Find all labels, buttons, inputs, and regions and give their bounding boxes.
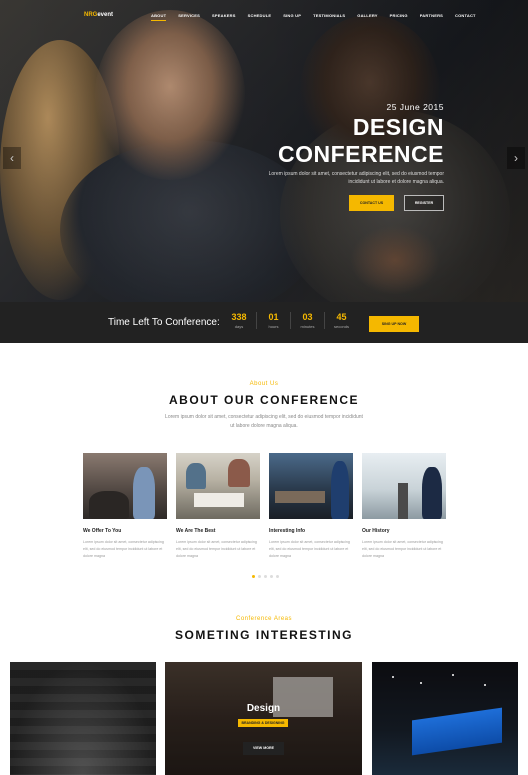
card-title: We Are The Best: [176, 528, 216, 534]
countdown-bar: Time Left To Conference: 338 days 01 hou…: [0, 302, 528, 343]
slider-prev-arrow-icon[interactable]: ‹: [3, 147, 21, 169]
nav-item-sing-up[interactable]: SING UP: [283, 13, 301, 18]
logo-accent: NRG: [84, 12, 98, 18]
person-figure: [186, 463, 206, 489]
person-figure: [228, 459, 250, 487]
nav-item-about[interactable]: ABOUT: [151, 13, 167, 21]
card-text: Lorem ipsum dolor sit amet, consectetur …: [269, 540, 350, 558]
table-shape: [275, 491, 325, 503]
top-navigation: NRGevent ABOUT SERVICES SPEAKERS SCHEDUL…: [0, 0, 528, 34]
stage-light: [420, 682, 422, 684]
about-title: ABOUT OUR CONFERENCE: [168, 393, 359, 407]
nav-item-contact[interactable]: CONTACT: [455, 13, 476, 18]
card-text: Lorem ipsum dolor sit amet, consectetur …: [362, 540, 443, 558]
about-description: Lorem ipsum dolor sit amet, consectetur …: [165, 414, 363, 429]
stage-screen: [412, 707, 502, 756]
hero-buttons: CONTACT US REGISTER: [349, 195, 444, 211]
carousel-dot[interactable]: [270, 575, 273, 578]
countdown-hours: 01 hours: [256, 312, 290, 329]
card-title: Our History: [362, 528, 390, 534]
podium-shape: [398, 483, 408, 519]
nav-item-partners[interactable]: PARTNERS: [420, 13, 443, 18]
carousel-dot[interactable]: [276, 575, 279, 578]
table-shape: [194, 493, 244, 507]
about-card[interactable]: We Offer To You Lorem ipsum dolor sit am…: [83, 453, 167, 560]
slider-next-arrow-icon[interactable]: ›: [507, 147, 525, 169]
hero-text: 25 June 2015 DESIGN CONFERENCE Lorem ips…: [264, 102, 444, 186]
countdown-units: 338 days 01 hours 03 minutes 45 seconds: [222, 312, 358, 329]
about-card[interactable]: Interesting Info Lorem ipsum dolor sit a…: [269, 453, 353, 560]
register-button[interactable]: REGISTER: [404, 195, 444, 211]
nav-item-gallery[interactable]: GALLERY: [357, 13, 377, 18]
speaker-figure: [331, 461, 349, 519]
countdown-seconds: 45 seconds: [324, 312, 358, 329]
countdown-seconds-value: 45: [336, 312, 347, 322]
nav-item-testimonials[interactable]: TESTIMONIALS: [313, 13, 345, 18]
countdown-title: Time Left To Conference:: [108, 317, 220, 328]
countdown-seconds-label: seconds: [334, 324, 349, 329]
sign-up-now-button[interactable]: SING UP NOW: [369, 316, 419, 332]
carousel-dot[interactable]: [264, 575, 267, 578]
stage-light: [484, 684, 486, 686]
hero-slider: NRGevent ABOUT SERVICES SPEAKERS SCHEDUL…: [0, 0, 528, 302]
countdown-hours-value: 01: [268, 312, 279, 322]
site-logo[interactable]: NRGevent: [84, 12, 113, 18]
countdown-minutes: 03 minutes: [290, 312, 324, 329]
about-subtitle: About Us: [249, 381, 279, 387]
tile-category-tag: BRANDING & DESIGNING: [238, 719, 288, 727]
card-image-meeting: [176, 453, 260, 519]
areas-subtitle: Conference Areas: [235, 616, 293, 622]
tile-title: Design: [246, 703, 281, 714]
nav-item-speakers[interactable]: SPEAKERS: [212, 13, 236, 18]
nav-item-services[interactable]: SERVICES: [178, 13, 200, 18]
view-more-button[interactable]: VIEW MORE: [243, 742, 284, 755]
card-image-audience: [83, 453, 167, 519]
nav-menu: ABOUT SERVICES SPEAKERS SCHEDULE SING UP…: [151, 13, 488, 21]
about-card[interactable]: We Are The Best Lorem ipsum dolor sit am…: [176, 453, 260, 560]
hero-date: 25 June 2015: [386, 102, 444, 112]
carousel-dots: [252, 575, 279, 578]
card-title: Interesting Info: [269, 528, 306, 534]
countdown-minutes-value: 03: [302, 312, 313, 322]
speaker-figure: [422, 467, 442, 519]
card-text: Lorem ipsum dolor sit amet, consectetur …: [176, 540, 257, 558]
countdown-days-label: days: [234, 324, 244, 329]
card-title: We Offer To You: [83, 528, 122, 534]
area-tile-hall[interactable]: [10, 662, 156, 775]
carousel-dot-active[interactable]: [252, 575, 255, 578]
countdown-days: 338 days: [222, 312, 256, 329]
countdown-hours-label: hours: [268, 324, 279, 329]
audience-figure: [89, 491, 129, 519]
areas-title: SOMETING INTERESTING: [174, 628, 353, 642]
hero-title-line1: DESIGN: [352, 114, 444, 140]
card-image-presentation: [269, 453, 353, 519]
stage-light: [452, 674, 454, 676]
hero-description: Lorem ipsum dolor sit amet, consectetur …: [268, 171, 444, 185]
nav-item-pricing[interactable]: PRICING: [390, 13, 408, 18]
contact-us-button[interactable]: CONTACT US: [349, 195, 394, 211]
logo-text: event: [97, 12, 114, 18]
card-text: Lorem ipsum dolor sit amet, consectetur …: [83, 540, 164, 558]
nav-item-schedule[interactable]: SCHEDULE: [248, 13, 272, 18]
stage-light: [392, 676, 394, 678]
area-tile-stage[interactable]: [372, 662, 518, 775]
area-tile-design[interactable]: Design BRANDING & DESIGNING VIEW MORE: [165, 662, 362, 775]
about-card[interactable]: Our History Lorem ipsum dolor sit amet, …: [362, 453, 446, 560]
countdown-days-value: 338: [231, 312, 247, 322]
carousel-dot[interactable]: [258, 575, 261, 578]
about-cards: We Offer To You Lorem ipsum dolor sit am…: [83, 453, 446, 560]
hero-title-line2: CONFERENCE: [277, 141, 444, 167]
countdown-minutes-label: minutes: [300, 324, 315, 329]
speaker-figure: [133, 467, 155, 519]
card-image-speaker: [362, 453, 446, 519]
